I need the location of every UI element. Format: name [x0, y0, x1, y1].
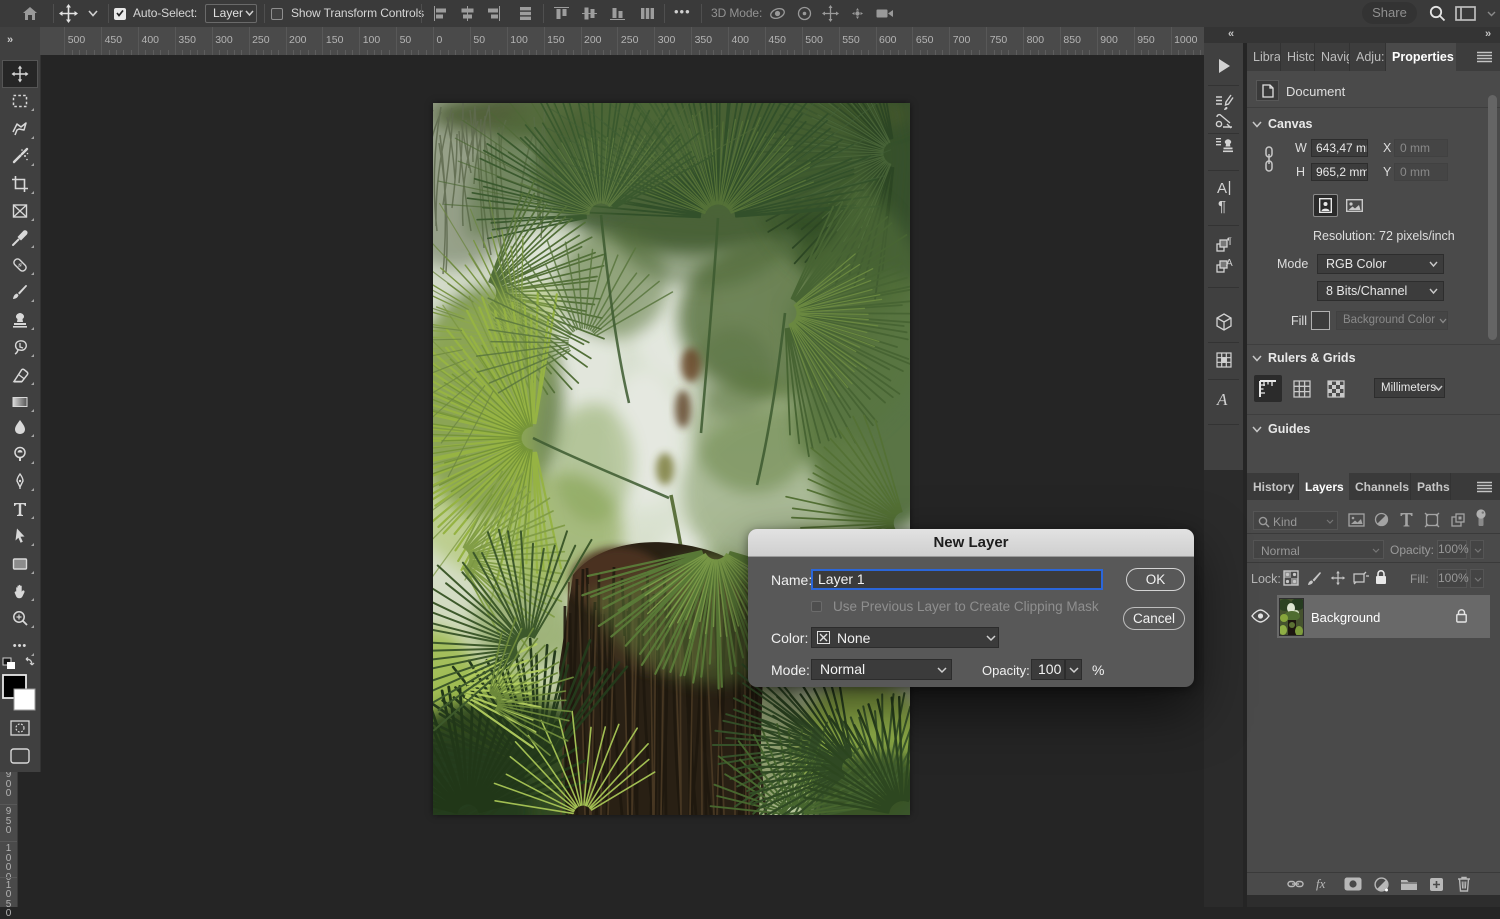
svg-text:¶: ¶	[1227, 236, 1232, 246]
svg-text:¶: ¶	[1218, 198, 1226, 215]
svg-text:A: A	[1226, 258, 1233, 269]
svg-text:A: A	[1216, 390, 1228, 409]
